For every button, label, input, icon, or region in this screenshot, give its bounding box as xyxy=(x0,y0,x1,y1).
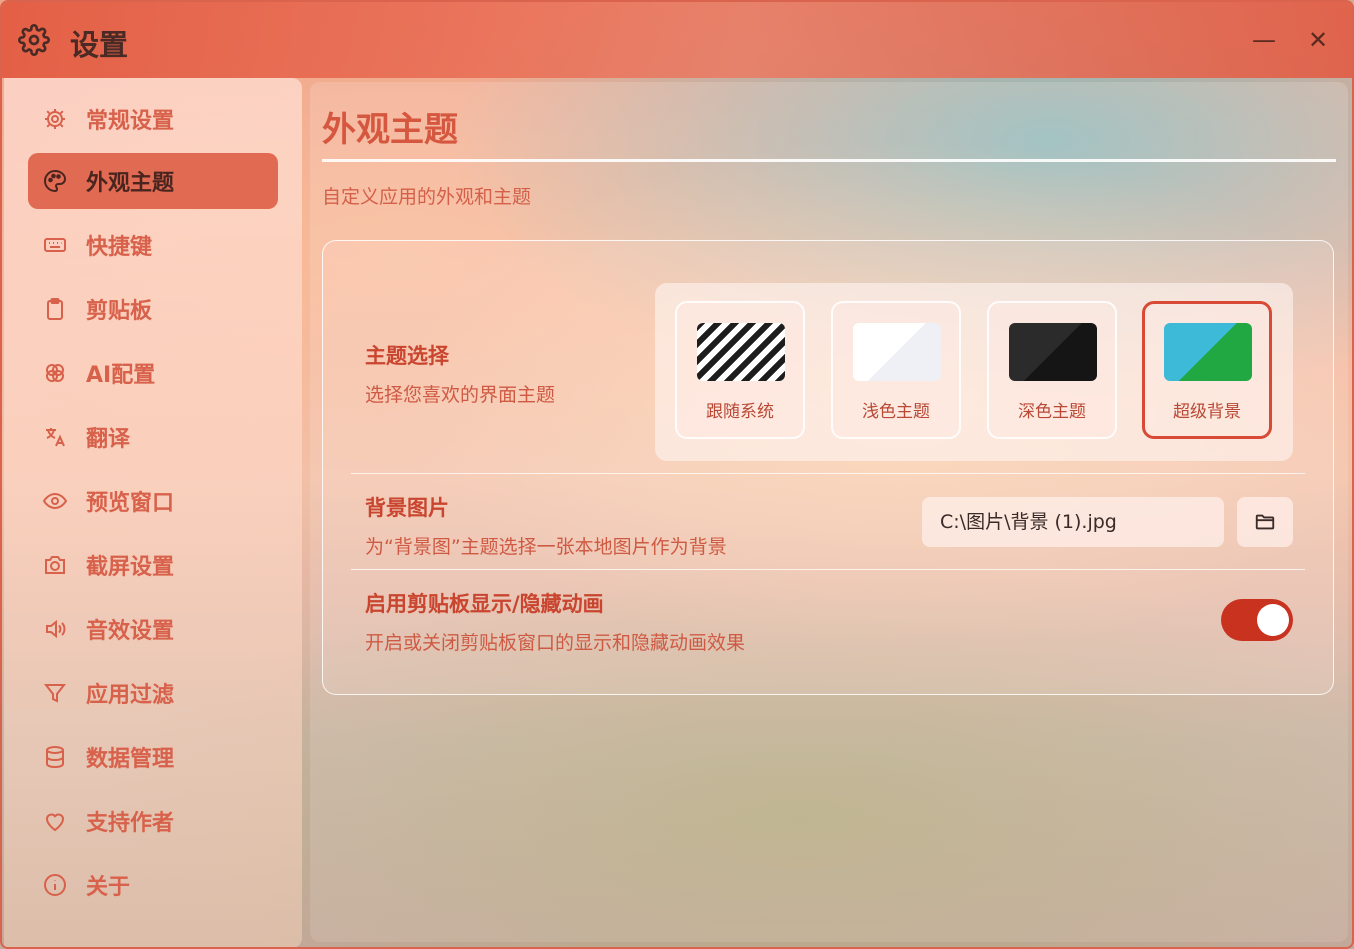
main-panel: 外观主题 自定义应用的外观和主题 主题选择 选择您喜欢的界面主题 跟随系统 浅色… xyxy=(310,82,1348,942)
sidebar-item-app-filter[interactable]: 应用过滤 xyxy=(28,665,278,721)
theme-options-panel: 跟随系统 浅色主题 深色主题 超级背景 xyxy=(655,283,1293,461)
sidebar-item-data[interactable]: 数据管理 xyxy=(28,729,278,785)
sidebar-item-translate[interactable]: 翻译 xyxy=(28,409,278,465)
sidebar-item-label: 常规设置 xyxy=(86,109,175,134)
theme-swatch-super-background xyxy=(1164,323,1252,381)
row-divider xyxy=(351,569,1305,570)
theme-swatch-system xyxy=(697,323,785,381)
sidebar-item-label: 剪贴板 xyxy=(86,299,153,324)
sidebar-item-ai-config[interactable]: AI配置 xyxy=(28,345,278,401)
camera-icon xyxy=(42,552,68,578)
window-title: 设置 xyxy=(70,28,129,62)
sidebar-item-label: 截屏设置 xyxy=(86,555,175,580)
sidebar: 常规设置 外观主题 快捷键 剪贴板 AI配置 翻译 预览窗口 截屏设置 音效设置… xyxy=(4,78,302,947)
page-title: 外观主题 xyxy=(322,110,458,150)
sidebar-item-label: 外观主题 xyxy=(86,171,175,196)
theme-option-label: 超级背景 xyxy=(1173,402,1241,422)
theme-option-label: 浅色主题 xyxy=(862,402,930,422)
sidebar-item-support[interactable]: 支持作者 xyxy=(28,793,278,849)
animation-row-description: 开启或关闭剪贴板窗口的显示和隐藏动画效果 xyxy=(365,632,746,654)
sidebar-item-label: 快捷键 xyxy=(86,235,153,260)
theme-swatch-dark xyxy=(1009,323,1097,381)
database-icon xyxy=(42,744,68,770)
sidebar-item-clipboard[interactable]: 剪贴板 xyxy=(28,281,278,337)
theme-option-dark[interactable]: 深色主题 xyxy=(987,301,1117,439)
sidebar-item-shortcuts[interactable]: 快捷键 xyxy=(28,217,278,273)
animation-toggle[interactable] xyxy=(1221,599,1293,641)
theme-row-description: 选择您喜欢的界面主题 xyxy=(365,384,556,406)
filter-icon xyxy=(42,680,68,706)
close-icon: ✕ xyxy=(1307,26,1329,54)
sidebar-item-label: 支持作者 xyxy=(86,811,175,836)
settings-card: 主题选择 选择您喜欢的界面主题 跟随系统 浅色主题 深色主题 超级背景 背景图片… xyxy=(322,240,1334,695)
title-bar[interactable]: 设置 — ✕ xyxy=(2,2,1352,78)
theme-row-title: 主题选择 xyxy=(365,344,449,368)
title-divider xyxy=(322,159,1336,162)
theme-swatch-light xyxy=(853,323,941,381)
minimize-button[interactable]: — xyxy=(1250,26,1278,54)
sidebar-item-sound[interactable]: 音效设置 xyxy=(28,601,278,657)
sidebar-item-about[interactable]: 关于 xyxy=(28,857,278,913)
sidebar-item-label: 数据管理 xyxy=(86,747,175,772)
theme-option-system[interactable]: 跟随系统 xyxy=(675,301,805,439)
clipboard-icon xyxy=(42,296,68,322)
sidebar-item-label: 应用过滤 xyxy=(86,683,175,708)
row-divider xyxy=(351,473,1305,474)
sidebar-item-preview-window[interactable]: 预览窗口 xyxy=(28,473,278,529)
sidebar-item-label: AI配置 xyxy=(86,363,156,388)
sidebar-item-appearance[interactable]: 外观主题 xyxy=(28,153,278,209)
background-row-title: 背景图片 xyxy=(365,496,449,520)
background-path-input[interactable]: C:\图片\背景 (1).jpg xyxy=(922,497,1224,547)
sidebar-item-label: 音效设置 xyxy=(86,619,175,644)
sidebar-item-label: 关于 xyxy=(86,875,131,900)
eye-icon xyxy=(42,488,68,514)
close-button[interactable]: ✕ xyxy=(1304,26,1332,54)
theme-option-light[interactable]: 浅色主题 xyxy=(831,301,961,439)
theme-option-label: 跟随系统 xyxy=(706,402,774,422)
info-icon xyxy=(42,872,68,898)
folder-icon xyxy=(1255,514,1275,530)
page-description: 自定义应用的外观和主题 xyxy=(322,186,532,208)
speaker-icon xyxy=(42,616,68,642)
palette-icon xyxy=(42,168,68,194)
ai-knot-icon xyxy=(42,360,68,386)
settings-window: 设置 — ✕ 常规设置 外观主题 快捷键 剪贴板 AI配置 翻译 预览窗口 截屏… xyxy=(0,0,1354,949)
sidebar-item-label: 翻译 xyxy=(86,427,131,452)
sidebar-item-general[interactable]: 常规设置 xyxy=(28,91,278,147)
toggle-knob xyxy=(1257,604,1289,636)
sidebar-item-label: 预览窗口 xyxy=(86,491,175,516)
animation-row-title: 启用剪贴板显示/隐藏动画 xyxy=(365,592,604,616)
theme-option-label: 深色主题 xyxy=(1018,402,1086,422)
sidebar-item-screenshot[interactable]: 截屏设置 xyxy=(28,537,278,593)
gear-icon xyxy=(42,106,68,132)
background-row-description: 为“背景图”主题选择一张本地图片作为背景 xyxy=(365,536,727,558)
keyboard-icon xyxy=(42,232,68,258)
heart-icon xyxy=(42,808,68,834)
minimize-icon: — xyxy=(1252,26,1276,54)
gear-icon xyxy=(18,24,50,56)
theme-option-super-background[interactable]: 超级背景 xyxy=(1142,301,1272,439)
translate-icon xyxy=(42,424,68,450)
browse-folder-button[interactable] xyxy=(1237,497,1293,547)
